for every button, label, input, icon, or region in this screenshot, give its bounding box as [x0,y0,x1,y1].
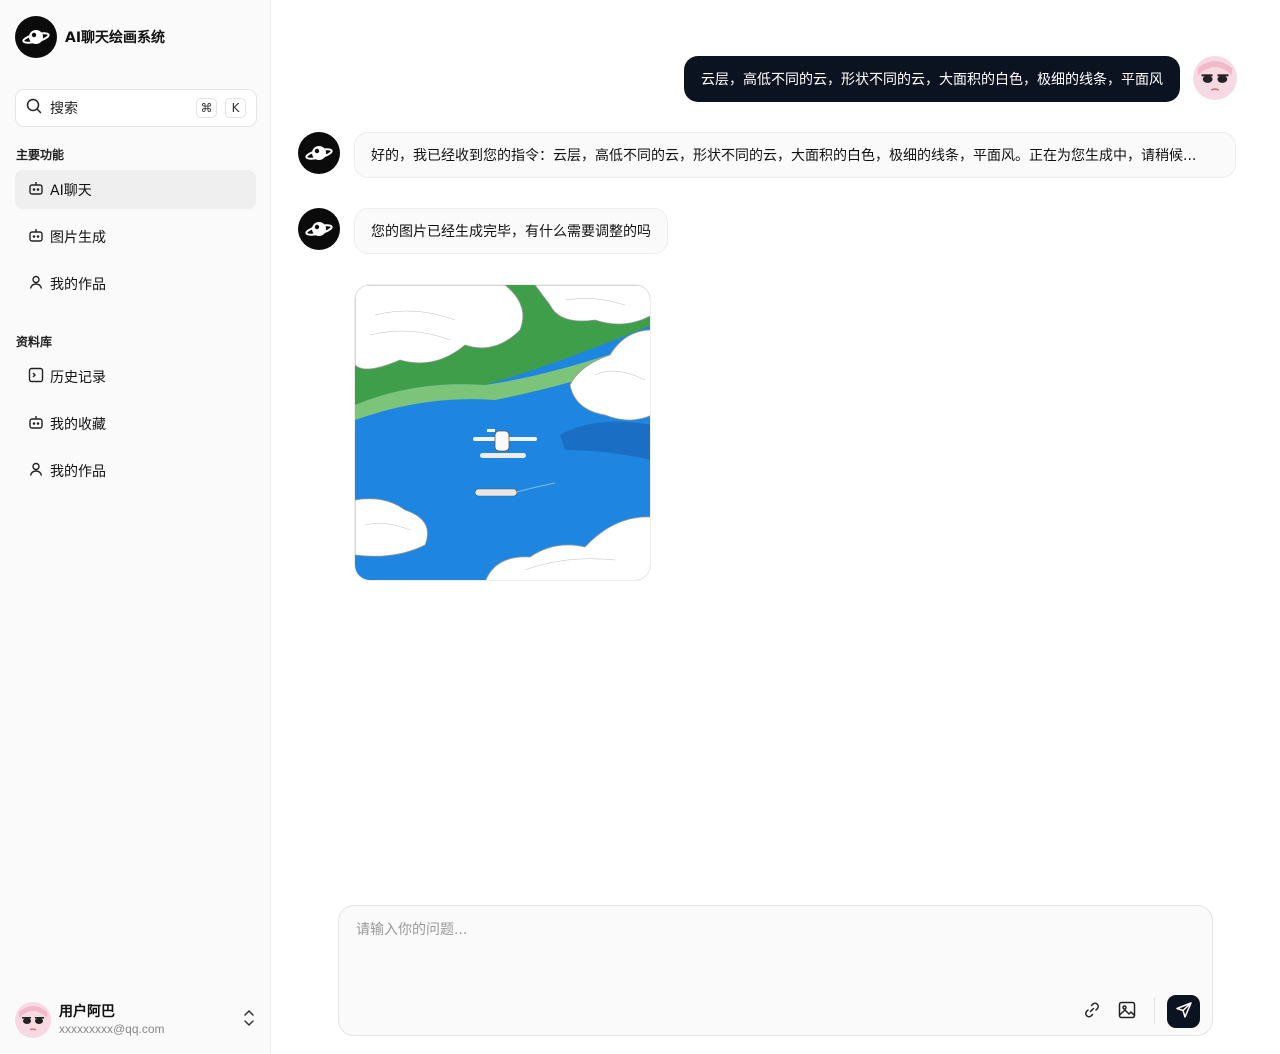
terminal-icon [28,367,44,387]
user-info: 用户阿巴 xxxxxxxxx@qq.com [59,1003,241,1037]
send-icon [1175,1001,1193,1022]
bot-icon [28,227,44,247]
user-email: xxxxxxxxx@qq.com [59,1022,165,1036]
user-icon [28,461,44,481]
user-menu[interactable]: 用户阿巴 xxxxxxxxx@qq.com [15,1001,257,1039]
app-root: AI聊天绘画系统 搜索 ⌘ K 主要功能 AI聊天 图片生成 我的作品 资料库 … [0,0,1280,1054]
planet-logo-icon [15,16,57,58]
assistant-avatar-icon [298,132,340,174]
nav-item-image-generation[interactable]: 图片生成 [15,217,256,256]
bot-icon [28,414,44,434]
nav-item-label: 我的作品 [50,276,106,293]
chevron-up-down-icon[interactable] [241,1008,257,1032]
search-placeholder: 搜索 [50,101,78,117]
user-icon [28,274,44,294]
nav-item-label: 历史记录 [50,369,106,386]
shortcut-cmd-key: ⌘ [196,98,217,118]
sidebar: AI聊天绘画系统 搜索 ⌘ K 主要功能 AI聊天 图片生成 我的作品 资料库 … [0,0,271,1054]
app-title: AI聊天绘画系统 [65,30,166,46]
brand[interactable]: AI聊天绘画系统 [15,16,165,58]
nav-item-my-works-library[interactable]: 我的作品 [15,451,256,490]
nav-item-ai-chat[interactable]: AI聊天 [15,170,256,209]
search-box[interactable]: 搜索 ⌘ K [15,89,257,127]
nav-item-label: 我的作品 [50,463,106,480]
assistant-message: 您的图片已经生成完毕，有什么需要调整的吗 [354,208,668,254]
generated-image[interactable] [354,284,651,581]
nav-item-my-works[interactable]: 我的作品 [15,264,256,303]
section-title-library: 资料库 [16,335,53,349]
section-title-main: 主要功能 [16,148,65,162]
user-message: 云层，高低不同的云，形状不同的云，大面积的白色，极细的线条，平面风 [684,56,1180,102]
shortcut-k-key: K [225,98,246,118]
nav-item-label: 图片生成 [50,229,106,246]
bot-icon [28,180,44,200]
user-avatar [1193,56,1237,100]
nav-item-history[interactable]: 历史记录 [15,357,256,396]
assistant-avatar-icon [298,208,340,250]
assistant-message: 好的，我已经收到您的指令：云层，高低不同的云，形状不同的云，大面积的白色，极细的… [354,132,1236,178]
send-button[interactable] [1167,995,1200,1028]
toolbar-divider [1154,998,1155,1024]
link-icon[interactable] [1080,998,1104,1022]
nav-item-label: 我的收藏 [50,416,106,433]
user-name: 用户阿巴 [59,1004,115,1020]
message-composer [338,905,1213,1036]
avatar [15,1002,51,1038]
search-icon [26,98,42,118]
nav-item-favorites[interactable]: 我的收藏 [15,404,256,443]
image-upload-icon[interactable] [1115,998,1139,1022]
message-input[interactable] [356,919,1176,979]
nav-item-label: AI聊天 [50,182,92,199]
